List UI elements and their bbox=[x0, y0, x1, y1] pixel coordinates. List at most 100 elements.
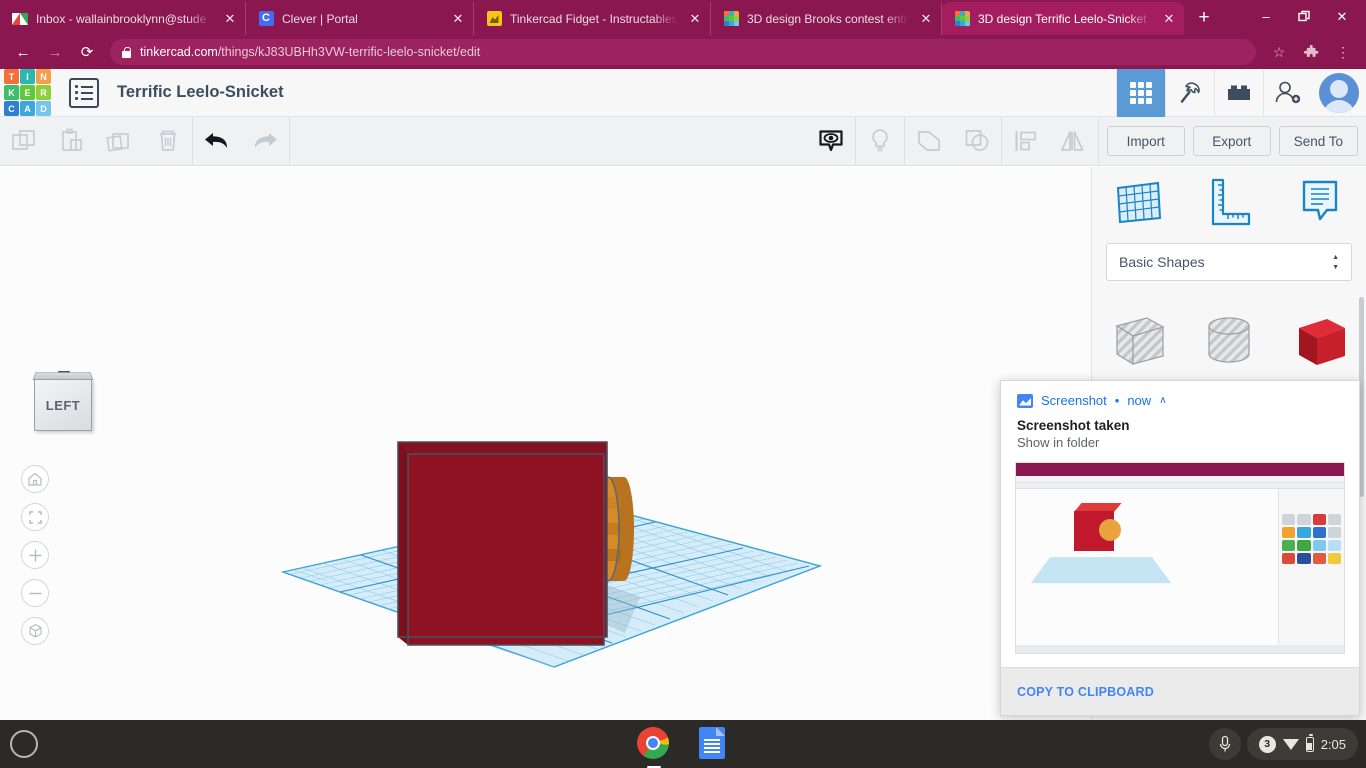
minimize-window-button[interactable]: – bbox=[1248, 0, 1284, 33]
download-popup-header: Screenshot • now ∧ bbox=[1001, 381, 1359, 408]
paste-button[interactable] bbox=[48, 117, 96, 166]
url-path: /things/kJ83UBHh3VW-terrific-leelo-snick… bbox=[217, 45, 481, 59]
delete-button[interactable] bbox=[144, 117, 192, 166]
tinkercad-logo-icon[interactable]: T I N K E R C A D bbox=[4, 69, 51, 116]
hole-box-shape[interactable] bbox=[1092, 297, 1183, 387]
hole-cylinder-shape[interactable] bbox=[1183, 297, 1274, 387]
zoom-in-button[interactable] bbox=[21, 541, 49, 569]
reload-button[interactable]: ⟳ bbox=[72, 38, 102, 66]
window-controls: – ✕ bbox=[1248, 0, 1366, 33]
shelf-status-area: 3 2:05 bbox=[1208, 728, 1358, 760]
omnibox-bar: ← → ⟳ tinkercad.com/things/kJ83UBHh3VW-t… bbox=[0, 35, 1366, 69]
invite-person-icon[interactable] bbox=[1263, 68, 1312, 117]
google-docs-app-icon[interactable] bbox=[695, 727, 729, 761]
toolbar-divider bbox=[289, 116, 290, 166]
copy-to-clipboard-button[interactable]: COPY TO CLIPBOARD bbox=[1017, 685, 1154, 699]
address-bar[interactable]: tinkercad.com/things/kJ83UBHh3VW-terrifi… bbox=[110, 39, 1256, 65]
shape-grid bbox=[1092, 297, 1366, 387]
tab-title: 3D design Terrific Leelo-Snicket bbox=[978, 11, 1147, 26]
new-tab-button[interactable]: + bbox=[1190, 4, 1218, 32]
chrome-browser-window: Inbox - wallainbrooklynn@stude ✕ C Cleve… bbox=[0, 0, 1366, 768]
mirror-button[interactable] bbox=[1050, 117, 1098, 166]
header-icon-group bbox=[1116, 68, 1366, 117]
launcher-button[interactable] bbox=[10, 730, 38, 758]
shelf-app-list bbox=[637, 727, 729, 768]
logo-tile: N bbox=[36, 69, 51, 84]
minecraft-pickaxe-icon[interactable] bbox=[1165, 68, 1214, 117]
workplane-icon[interactable] bbox=[1092, 174, 1183, 228]
view-cube[interactable]: LEFT bbox=[30, 371, 96, 433]
thumb-app-header bbox=[1016, 476, 1344, 483]
screenshot-thumbnail[interactable] bbox=[1015, 462, 1345, 654]
undo-button[interactable] bbox=[193, 117, 241, 166]
ungroup-button[interactable] bbox=[953, 117, 1001, 166]
copy-button[interactable] bbox=[0, 117, 48, 166]
back-button[interactable]: ← bbox=[8, 38, 38, 66]
tab-close-button[interactable]: ✕ bbox=[449, 10, 467, 28]
tab-close-button[interactable]: ✕ bbox=[221, 10, 239, 28]
light-bulb-button[interactable] bbox=[856, 117, 904, 166]
perspective-toggle-button[interactable] bbox=[21, 617, 49, 645]
notes-icon[interactable] bbox=[1275, 174, 1366, 228]
forward-button[interactable]: → bbox=[40, 38, 70, 66]
clipboard-tool-group bbox=[0, 117, 192, 166]
tab-close-button[interactable]: ✕ bbox=[1160, 10, 1178, 28]
shape-library-value: Basic Shapes bbox=[1119, 254, 1205, 270]
notification-count-badge: 3 bbox=[1258, 735, 1276, 753]
tab-title: Clever | Portal bbox=[282, 11, 358, 26]
browser-tab-2[interactable]: Tinkercad Fidget - Instructables ✕ bbox=[474, 2, 711, 35]
view-cube-label[interactable]: LEFT bbox=[34, 379, 92, 431]
chrome-app-icon[interactable] bbox=[637, 727, 671, 768]
red-box[interactable] bbox=[397, 441, 608, 646]
restore-window-button[interactable] bbox=[1286, 0, 1322, 33]
group-button[interactable] bbox=[905, 117, 953, 166]
url-domain: tinkercad.com bbox=[140, 45, 218, 59]
microphone-icon[interactable] bbox=[1208, 728, 1241, 760]
close-window-button[interactable]: ✕ bbox=[1324, 0, 1360, 33]
logo-tile: D bbox=[36, 101, 51, 116]
browser-tab-0[interactable]: Inbox - wallainbrooklynn@stude ✕ bbox=[0, 2, 246, 35]
duplicate-button[interactable] bbox=[96, 117, 144, 166]
edit-toolbar: Import Export Send To bbox=[0, 116, 1366, 166]
logo-tile: T bbox=[4, 69, 19, 84]
redo-button[interactable] bbox=[241, 117, 289, 166]
browser-tab-3[interactable]: 3D design Brooks contest entry ✕ bbox=[711, 2, 942, 35]
url-text: tinkercad.com/things/kJ83UBHh3VW-terrifi… bbox=[140, 45, 480, 59]
shape-library-dropdown[interactable]: Basic Shapes ▲ ▼ bbox=[1106, 243, 1352, 281]
lego-brick-icon[interactable] bbox=[1214, 68, 1263, 117]
status-tray[interactable]: 3 2:05 bbox=[1246, 728, 1358, 760]
object-tool-group bbox=[807, 116, 1098, 166]
extensions-puzzle-icon[interactable] bbox=[1296, 38, 1326, 66]
wifi-icon bbox=[1282, 738, 1299, 750]
align-button[interactable] bbox=[1002, 117, 1050, 166]
lock-icon bbox=[122, 46, 131, 58]
thumb-tabstrip bbox=[1016, 463, 1344, 470]
show-in-folder-link[interactable]: Show in folder bbox=[1001, 433, 1359, 450]
logo-tile: R bbox=[36, 85, 51, 100]
browser-tab-1[interactable]: C Clever | Portal ✕ bbox=[246, 2, 474, 35]
page-title: Terrific Leelo-Snicket bbox=[117, 83, 284, 101]
send-to-button[interactable]: Send To bbox=[1278, 126, 1358, 156]
show-hide-button[interactable] bbox=[807, 117, 855, 166]
tab-close-button[interactable]: ✕ bbox=[917, 10, 935, 28]
fit-to-view-button[interactable] bbox=[21, 503, 49, 531]
bookmark-star-icon[interactable]: ☆ bbox=[1264, 38, 1294, 66]
download-status-title: Screenshot taken bbox=[1017, 418, 1130, 433]
ruler-icon[interactable] bbox=[1183, 174, 1274, 228]
home-view-button[interactable] bbox=[21, 465, 49, 493]
download-file-name[interactable]: Screenshot bbox=[1041, 393, 1107, 408]
import-button[interactable]: Import bbox=[1106, 126, 1185, 156]
tab-close-button[interactable]: ✕ bbox=[686, 10, 704, 28]
avatar[interactable] bbox=[1312, 69, 1366, 117]
clever-icon: C bbox=[258, 11, 274, 27]
properties-list-icon[interactable] bbox=[69, 77, 99, 108]
chrome-menu-icon[interactable]: ⋮ bbox=[1328, 38, 1358, 66]
zoom-out-button[interactable] bbox=[21, 579, 49, 607]
red-box-shape[interactable] bbox=[1275, 297, 1366, 387]
export-button[interactable]: Export bbox=[1192, 126, 1271, 156]
file-action-group: Import Export Send To bbox=[1099, 117, 1366, 166]
chevron-up-icon[interactable]: ∧ bbox=[1159, 395, 1166, 406]
apps-grid-icon[interactable] bbox=[1116, 68, 1165, 117]
design-canvas[interactable]: LEFT bbox=[0, 167, 1091, 720]
browser-tab-4-active[interactable]: 3D design Terrific Leelo-Snicket ✕ bbox=[942, 2, 1184, 35]
